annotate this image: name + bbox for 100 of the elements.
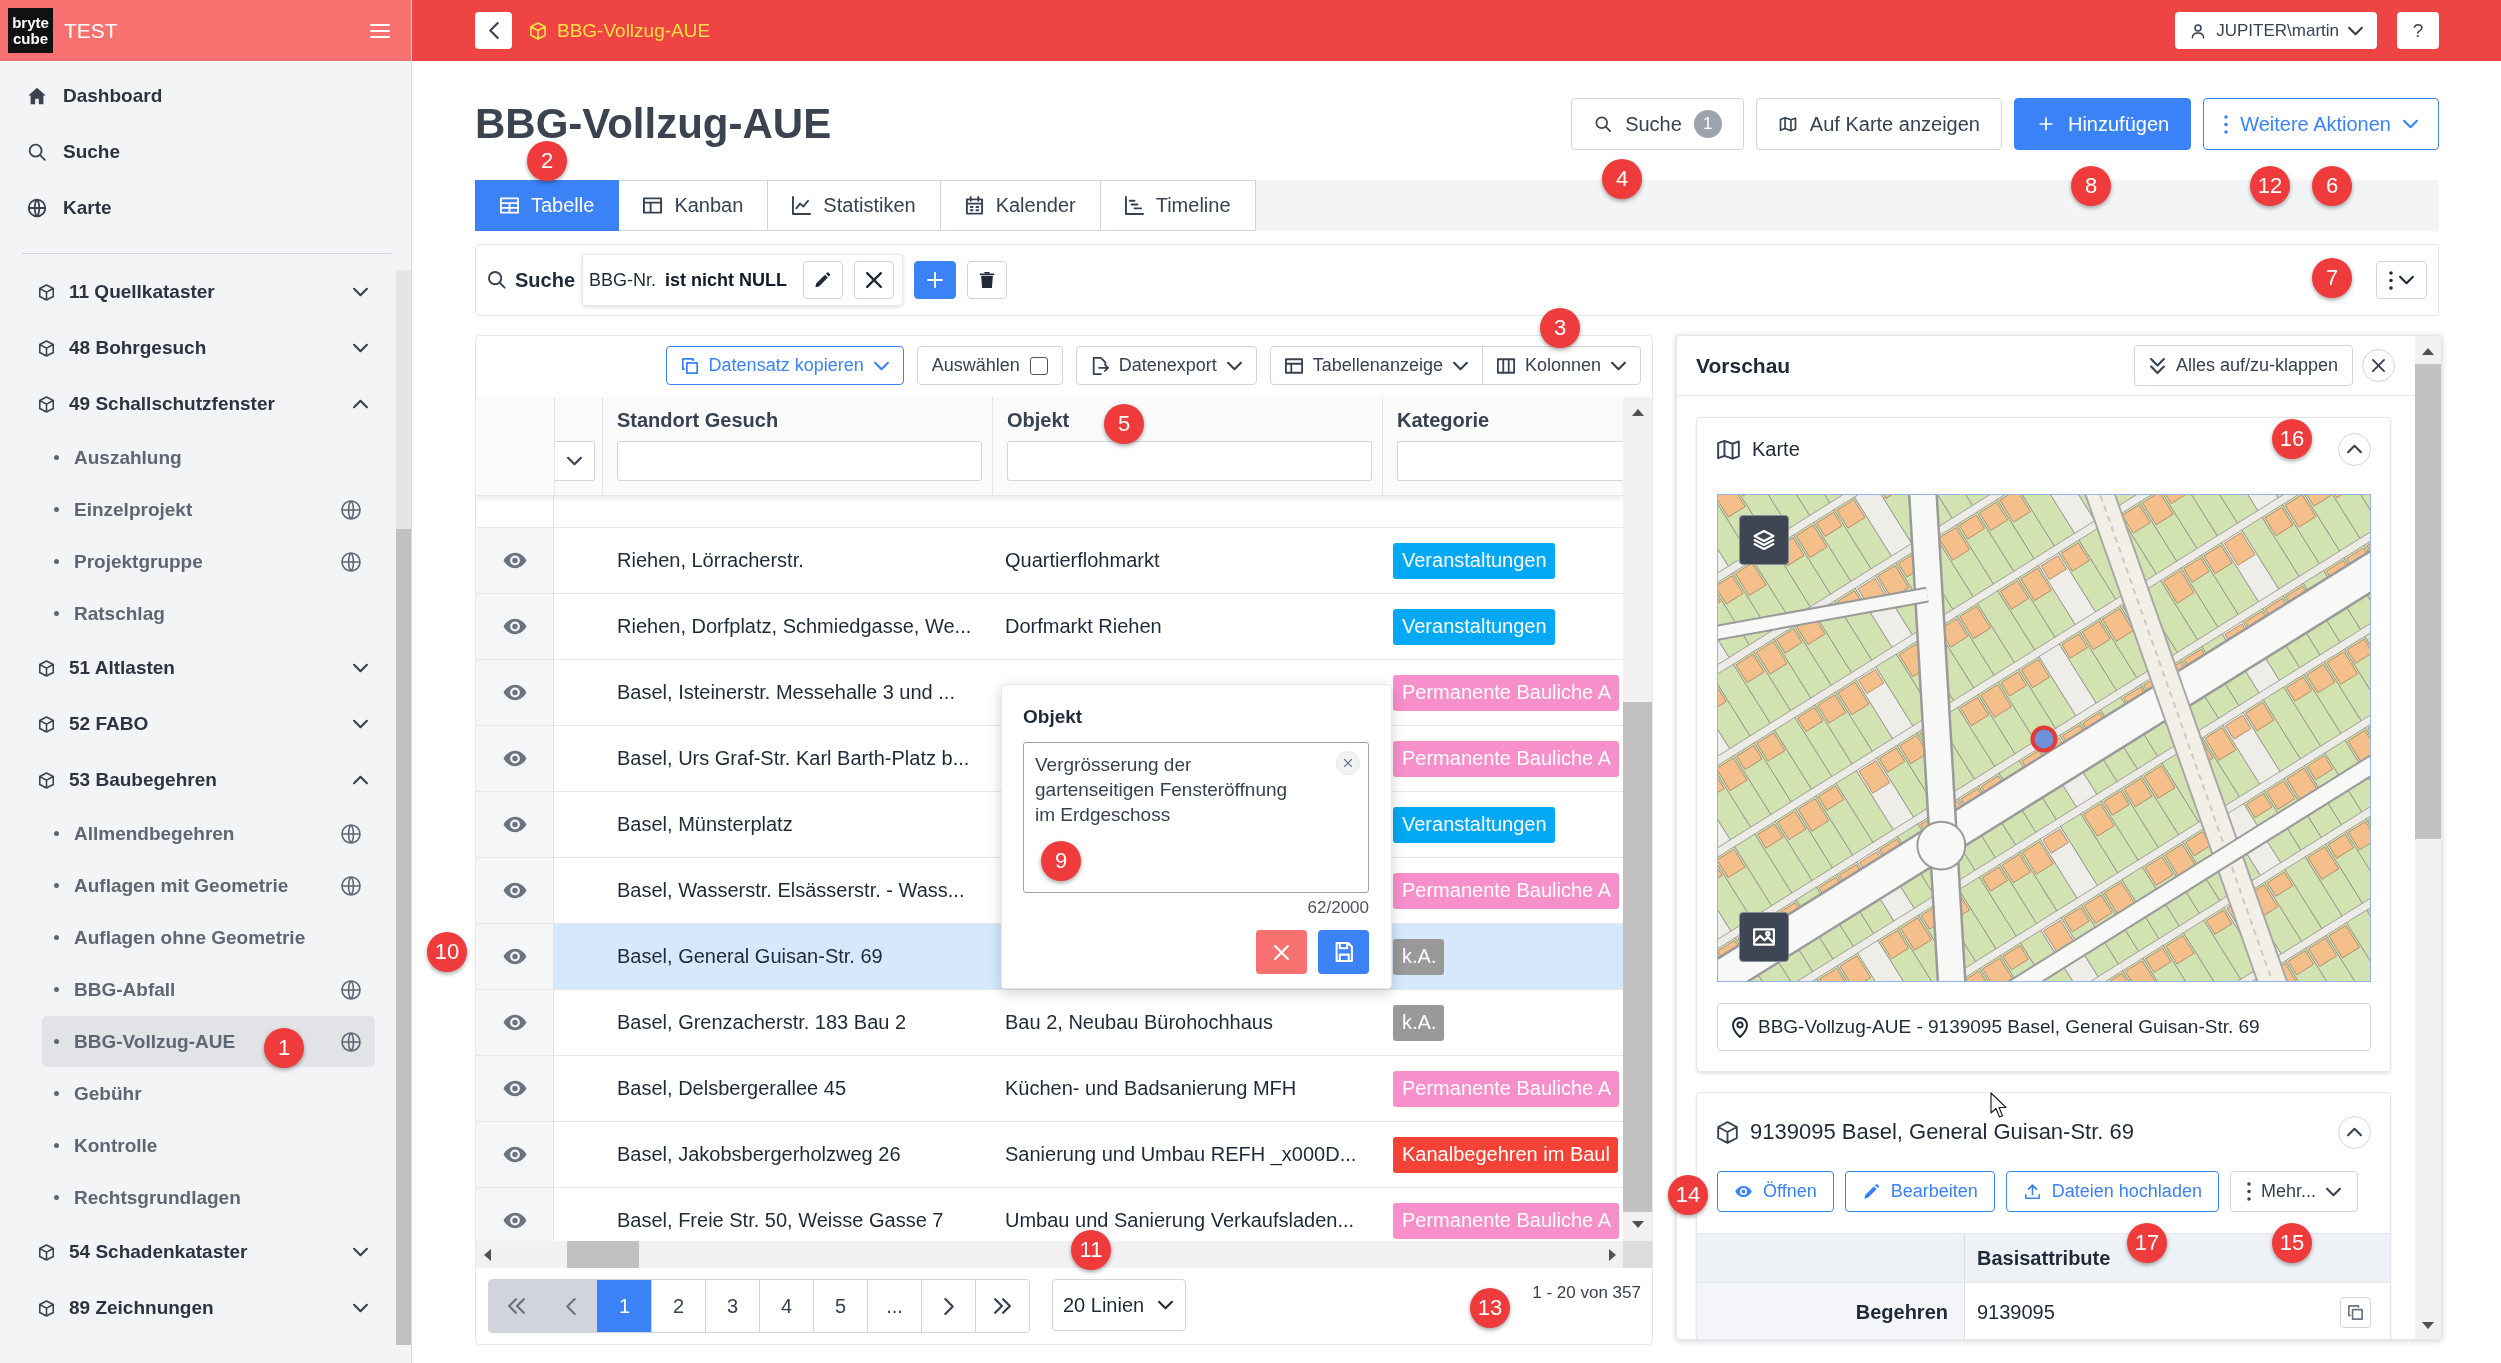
view-tab[interactable]: Statistiken — [767, 180, 941, 231]
chevron-down-icon — [1611, 360, 1626, 371]
columns-button[interactable]: Kolonnen — [1481, 346, 1641, 385]
open-button[interactable]: Öffnen — [1717, 1171, 1834, 1212]
upload-button[interactable]: Dateien hochladen — [2005, 1171, 2219, 1212]
column-filter-field[interactable] — [1397, 441, 1623, 481]
view-tab[interactable]: Tabelle — [475, 180, 620, 231]
table-row[interactable]: Riehen, Dorfplatz, Schmiedgasse, We... Dorfmarkt Riehen Veranstaltungen — [476, 594, 1623, 660]
nav-link[interactable]: Karte — [0, 180, 411, 236]
nav-link[interactable]: Dashboard — [0, 68, 411, 124]
menu-item[interactable]: Kontrolle — [42, 1120, 375, 1171]
chevron-right-icon — [943, 1297, 954, 1315]
menu-item[interactable]: Gebühr — [42, 1068, 375, 1119]
scrollbar[interactable] — [1623, 397, 1652, 1241]
clear-icon[interactable] — [1336, 751, 1360, 775]
more-button[interactable]: Mehr... — [2229, 1171, 2358, 1212]
eye-icon[interactable] — [502, 552, 527, 569]
table-row[interactable]: Basel, Grenzacherstr. 183 Bau 2 Bau 2, Neubau Bürohochhaus k.A. — [476, 990, 1623, 1056]
table-row[interactable]: Basel, Jakobsbergerholzweg 26 Sanierung und Umbau REFH _x000D... Kanalbegehren im Baul — [476, 1122, 1623, 1188]
search-button[interactable]: Suche 1 — [1571, 98, 1744, 150]
page-size-select[interactable]: 20 Linien — [1052, 1279, 1186, 1331]
page-button[interactable]: 1 — [597, 1280, 651, 1332]
expand-collapse-button[interactable]: Alles auf/zu-klappen — [2133, 345, 2353, 386]
select-button[interactable]: Auswählen — [916, 346, 1063, 385]
eye-icon[interactable] — [502, 816, 527, 833]
menu-item[interactable]: BBG-Abfall — [42, 964, 375, 1015]
export-button[interactable]: Datenexport — [1075, 346, 1257, 385]
edit-button[interactable]: Bearbeiten — [1844, 1171, 1995, 1212]
menu-group[interactable]: 89 Zeichnungen — [0, 1280, 396, 1336]
menu-group[interactable]: 48 Bohrgesuch — [0, 320, 396, 376]
scrollbar[interactable] — [476, 1241, 1652, 1268]
eye-icon[interactable] — [502, 1014, 527, 1031]
menu-item[interactable]: Auflagen ohne Geometrie — [42, 912, 375, 963]
add-button[interactable]: Hinzufügen — [2013, 98, 2192, 150]
location-field[interactable]: BBG-Vollzug-AUE - 9139095 Basel, General Guisan-Str. 69 — [1717, 1003, 2371, 1051]
collapse-button[interactable] — [2338, 1115, 2371, 1149]
add-filter-button[interactable] — [914, 261, 957, 299]
chevron-down-icon — [873, 360, 889, 371]
menu-item[interactable]: Ratschlag — [42, 588, 375, 639]
menu-item[interactable]: Einzelprojekt — [42, 484, 375, 535]
menu-item[interactable]: Rechtsgrundlagen — [42, 1172, 375, 1223]
save-button[interactable] — [1318, 930, 1369, 974]
column-filter-field[interactable] — [617, 441, 982, 481]
copy-button[interactable] — [2340, 1297, 2371, 1328]
menu-group[interactable]: 52 FABO — [0, 696, 396, 752]
menu-group[interactable]: 53 Baubegehren — [0, 752, 396, 808]
filter-chip[interactable]: BBG-Nr. ist nicht NULL — [582, 254, 904, 306]
nav-link[interactable]: Suche — [0, 124, 411, 180]
edit-filter-button[interactable] — [803, 261, 844, 299]
options-button[interactable] — [2376, 261, 2427, 299]
filter-select[interactable] — [555, 441, 595, 481]
eye-icon[interactable] — [502, 1146, 527, 1163]
view-tab[interactable]: Kanban — [618, 180, 769, 231]
layers-button[interactable] — [1739, 515, 1789, 565]
eye-icon[interactable] — [502, 1212, 527, 1229]
eye-icon[interactable] — [502, 750, 527, 767]
column-header[interactable]: Standort Gesuch — [617, 409, 779, 432]
collapse-button[interactable] — [2338, 432, 2371, 466]
close-button[interactable] — [2362, 349, 2395, 382]
column-filter-field[interactable] — [1007, 441, 1372, 481]
delete-button[interactable] — [967, 261, 1008, 299]
column-header[interactable]: Kategorie — [1397, 409, 1490, 432]
menu-item[interactable]: Auflagen mit Geometrie — [42, 860, 375, 911]
view-tab[interactable]: Kalender — [939, 180, 1101, 231]
column-header[interactable]: Objekt — [1007, 409, 1070, 432]
eye-icon[interactable] — [502, 882, 527, 899]
more-actions-button[interactable]: Weitere Aktionen — [2203, 98, 2439, 150]
chevron-left-icon — [488, 22, 499, 39]
table-row[interactable]: Basel, Delsbergerallee 45 Küchen- und Badsanierung MFH Permanente Bauliche A — [476, 1056, 1623, 1122]
show-on-map-button[interactable]: Auf Karte anzeigen — [1755, 98, 2002, 150]
category-tag: Kanalbegehren im Baul — [1393, 1136, 1618, 1173]
eye-icon[interactable] — [502, 948, 527, 965]
close-icon — [1274, 944, 1289, 960]
chevron-left-icon — [565, 1297, 576, 1315]
image-button[interactable] — [1739, 912, 1789, 962]
view-tab[interactable]: Timeline — [1099, 180, 1256, 231]
menu-group[interactable]: 54 Schadenkataster — [0, 1224, 396, 1280]
menu-item[interactable]: Allmendbegehren — [42, 808, 375, 859]
menu-item[interactable]: Auszahlung — [42, 432, 375, 483]
last-page-button[interactable] — [975, 1280, 1029, 1332]
menu-item[interactable]: Projektgruppe — [42, 536, 375, 587]
eye-icon[interactable] — [502, 618, 527, 635]
back-button[interactable] — [475, 12, 512, 49]
scrollbar[interactable] — [2415, 336, 2441, 1339]
help-button[interactable]: ? — [2397, 12, 2439, 49]
checkbox[interactable] — [1029, 356, 1048, 375]
table-view-button[interactable]: Tabellenanzeige — [1269, 346, 1483, 385]
cancel-button[interactable] — [1256, 930, 1307, 974]
menu-group[interactable]: 51 Altlasten — [0, 640, 396, 696]
user-menu-button[interactable]: JUPITER\martin — [2175, 12, 2377, 49]
menu-icon[interactable] — [370, 23, 390, 38]
eye-icon[interactable] — [502, 1080, 527, 1097]
map-marker-icon[interactable] — [2030, 725, 2058, 753]
remove-filter-button[interactable] — [854, 261, 895, 299]
scrollbar[interactable] — [396, 270, 411, 1345]
table-row[interactable]: Riehen, Lörracherstr. Quartierflohmarkt Veranstaltungen — [476, 528, 1623, 594]
menu-group[interactable]: 49 Schallschutzfenster — [0, 376, 396, 432]
eye-icon[interactable] — [502, 684, 527, 701]
copy-record-button[interactable]: Datensatz kopieren — [665, 346, 904, 385]
menu-group[interactable]: 11 Quellkataster — [0, 264, 396, 320]
